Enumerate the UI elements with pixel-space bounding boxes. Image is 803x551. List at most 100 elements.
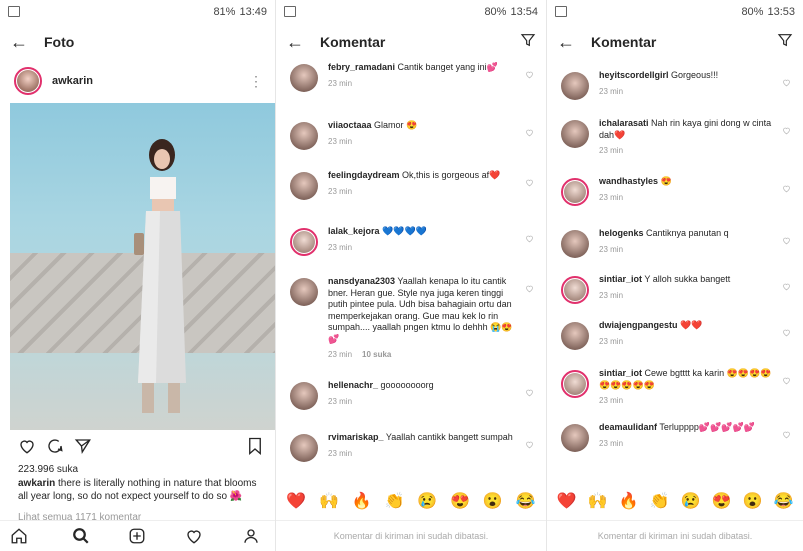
comment-icon[interactable] [46, 437, 64, 455]
heart-icon[interactable] [782, 328, 791, 337]
comment-like-count[interactable]: 10 suka [362, 350, 391, 359]
comment-body: rvimariskap_ Yaallah cantikk bangett sum… [328, 432, 520, 459]
avatar[interactable] [290, 278, 318, 306]
bookmark-icon[interactable] [247, 437, 263, 455]
emoji-button[interactable]: 😂 [773, 491, 795, 513]
heart-icon[interactable] [782, 184, 791, 193]
home-icon[interactable] [10, 527, 28, 545]
emoji-button[interactable]: ❤️ [285, 491, 307, 513]
activity-heart-icon[interactable] [185, 527, 203, 545]
comment-username[interactable]: wandhastyles [599, 176, 658, 186]
comment-username[interactable]: helogenks [599, 228, 644, 238]
heart-icon[interactable] [782, 282, 791, 291]
flower-emoji: 🌺 [229, 491, 243, 502]
comment-username[interactable]: sintiar_iot [599, 274, 642, 284]
more-vertical-icon[interactable]: ⋮ [249, 73, 263, 90]
emoji-button[interactable]: 😢 [680, 491, 702, 513]
heart-icon[interactable] [782, 430, 791, 439]
post-username[interactable]: awkarin [52, 75, 93, 87]
send-icon[interactable] [74, 437, 92, 455]
avatar[interactable] [290, 64, 318, 92]
avatar[interactable] [290, 228, 318, 256]
comment-username[interactable]: rvimariskap_ [328, 432, 384, 442]
avatar[interactable] [561, 424, 589, 452]
comment-username[interactable]: ichalarasati [599, 118, 649, 128]
avatar[interactable] [561, 276, 589, 304]
post-photo[interactable] [10, 103, 275, 430]
avatar[interactable] [561, 370, 589, 398]
add-post-icon[interactable] [128, 527, 146, 545]
emoji-quick-bar: ❤️ 🙌 🔥 👏 😢 😍 😮 😂 [276, 487, 546, 517]
caption-username[interactable]: awkarin [18, 478, 55, 489]
heart-icon[interactable] [18, 437, 36, 455]
comment-username[interactable]: dwiajengpangestu [599, 320, 678, 330]
heart-icon[interactable] [525, 70, 534, 79]
emoji-button[interactable]: ❤️ [556, 491, 578, 513]
emoji-button[interactable]: 😢 [416, 491, 438, 513]
emoji-button[interactable]: 😍 [449, 491, 471, 513]
comment-text: 😍 [660, 176, 672, 186]
heart-icon[interactable] [525, 234, 534, 243]
avatar[interactable] [290, 434, 318, 462]
avatar[interactable] [561, 72, 589, 100]
comment-meta: 23 min 10 suka [328, 349, 520, 361]
heart-icon[interactable] [525, 440, 534, 449]
emoji-button[interactable]: 🔥 [618, 491, 640, 513]
comment-time: 23 min [599, 146, 624, 155]
avatar[interactable] [561, 230, 589, 258]
emoji-button[interactable]: 👏 [649, 491, 671, 513]
comment-username[interactable]: febry_ramadani [328, 62, 395, 72]
heart-icon[interactable] [782, 126, 791, 135]
likes-count[interactable]: 223.996 suka [18, 464, 78, 475]
emoji-button[interactable]: 👏 [384, 491, 406, 513]
avatar[interactable] [290, 122, 318, 150]
comment-meta: 23 min [328, 78, 520, 90]
comment-time: 23 min [599, 86, 624, 96]
comment-username[interactable]: deamaulidanf [599, 422, 657, 432]
emoji-button[interactable]: 😮 [482, 491, 504, 513]
emoji-button[interactable]: 😂 [515, 491, 537, 513]
arrow-left-icon[interactable]: ← [284, 33, 306, 51]
comment-text: Gorgeous!!! [671, 70, 719, 80]
avatar[interactable] [14, 67, 42, 95]
battery-text: 80% [741, 6, 764, 18]
comment-body: febry_ramadani Cantik banget yang ini💕 23… [328, 62, 520, 89]
heart-icon[interactable] [525, 128, 534, 137]
clock-text: 13:54 [510, 6, 538, 18]
emoji-button[interactable]: 🙌 [587, 491, 609, 513]
search-icon[interactable] [72, 527, 90, 545]
profile-icon[interactable] [242, 527, 260, 545]
emoji-button[interactable]: 🙌 [318, 491, 340, 513]
comment-text: Cantik banget yang ini💕 [397, 62, 498, 72]
comment-username[interactable]: sintiar_iot [599, 368, 642, 378]
heart-icon[interactable] [782, 376, 791, 385]
arrow-left-icon[interactable]: ← [8, 33, 30, 51]
comment-text: 💙💙💙💙 [382, 226, 427, 236]
comment-username[interactable]: viiaoctaaa [328, 120, 372, 130]
heart-icon[interactable] [782, 78, 791, 87]
comment-time: 23 min [328, 78, 353, 88]
heart-icon[interactable] [525, 178, 534, 187]
comment-username[interactable]: feelingdaydream [328, 170, 400, 180]
heart-icon[interactable] [525, 388, 534, 397]
comments-panel-2: 80% 13:53 ← Komentar heyitscordellgirl G… [547, 0, 803, 551]
avatar[interactable] [561, 120, 589, 148]
comment-username[interactable]: hellenachr_ [328, 380, 378, 390]
filter-icon[interactable] [520, 32, 536, 48]
comment-username[interactable]: heyitscordellgirl [599, 70, 669, 80]
comment-username[interactable]: nansdyana2303 [328, 276, 395, 286]
avatar[interactable] [290, 382, 318, 410]
post-panel: 81% 13:49 ← Foto awkarin ⋮ 223.996 suka … [0, 0, 276, 551]
emoji-button[interactable]: 😍 [711, 491, 733, 513]
heart-icon[interactable] [525, 284, 534, 293]
emoji-button[interactable]: 🔥 [351, 491, 373, 513]
avatar[interactable] [561, 322, 589, 350]
emoji-button[interactable]: 😮 [742, 491, 764, 513]
comment-username[interactable]: lalak_kejora [328, 226, 380, 236]
filter-icon[interactable] [777, 32, 793, 48]
avatar[interactable] [290, 172, 318, 200]
avatar[interactable] [561, 178, 589, 206]
heart-icon[interactable] [782, 236, 791, 245]
comment-time: 23 min [599, 336, 624, 346]
arrow-left-icon[interactable]: ← [555, 33, 577, 51]
